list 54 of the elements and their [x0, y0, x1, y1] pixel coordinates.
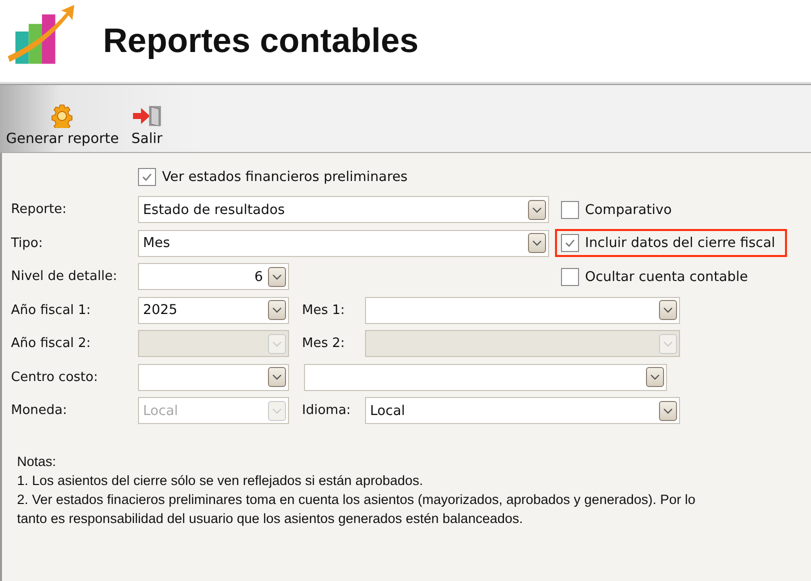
page-title: Reportes contables [103, 22, 419, 60]
dropdown-caret-icon[interactable] [268, 367, 286, 388]
checkbox-label: Comparativo [585, 202, 672, 218]
dropdown-caret-icon[interactable] [528, 200, 546, 220]
note-text: 1. Los asientos del cierre sólo se ven reflejados si están aprobados. [17, 472, 424, 490]
field-label: Mes 2: [302, 336, 345, 352]
dropdown-field[interactable]: Mes [138, 230, 549, 257]
checkmark-icon [141, 171, 153, 183]
field-value: Mes [143, 235, 171, 252]
note-text: Notas: [17, 452, 58, 470]
checkbox-option[interactable]: Ocultar cuenta contable [555, 262, 760, 291]
field-value: Local [143, 402, 179, 419]
field-label: Nivel de detalle: [11, 269, 118, 284]
dropdown-caret-icon[interactable] [268, 300, 286, 320]
checkmark-icon [564, 237, 576, 250]
checkbox[interactable] [561, 200, 579, 219]
dropdown-field[interactable]: 6 [138, 263, 289, 290]
field-label: Año fiscal 1: [11, 302, 92, 318]
field-label: Centro costo: [11, 370, 99, 385]
checkbox[interactable] [561, 234, 579, 252]
checkbox-option[interactable]: Ver estados financieros preliminares [138, 168, 408, 186]
dropdown-caret-icon[interactable] [646, 367, 664, 388]
checkbox-option[interactable]: Comparativo [555, 196, 684, 224]
checkbox-label: Incluir datos del cierre fiscal [585, 235, 776, 252]
field-value: 6 [253, 268, 264, 285]
field-value: Local [370, 402, 406, 419]
dropdown-caret-icon[interactable] [659, 400, 677, 421]
field-value: 2025 [143, 302, 178, 318]
field-label: Tipo: [11, 236, 44, 251]
field-label: Reporte: [11, 202, 68, 218]
toolbar-button[interactable]: Generar reporte [4, 104, 121, 147]
checkbox[interactable] [138, 168, 156, 186]
dropdown-field[interactable] [365, 296, 680, 324]
gear-icon [50, 104, 74, 128]
dropdown-field[interactable]: Estado de resultados [138, 196, 549, 224]
toolbar-button[interactable]: Salir [128, 104, 165, 147]
dropdown-field[interactable]: Local [365, 397, 680, 424]
dropdown-caret-icon[interactable] [268, 266, 286, 287]
field-label: Año fiscal 2: [11, 336, 92, 352]
field-label: Mes 1: [302, 302, 345, 318]
note-text: 2. Ver estados finacieros preliminares toma en cuenta los asientos (mayorizados, aprobados y generados). Por lo tanto es responsabilidad del usuario que los asientos generados estén balanceados. [17, 490, 696, 528]
dropdown-caret-icon[interactable] [659, 300, 677, 320]
field-label: Idioma: [302, 403, 351, 418]
field-label: Moneda: [11, 403, 68, 418]
checkbox-label: Ocultar cuenta contable [585, 268, 748, 285]
exit-door-icon [130, 104, 163, 128]
checkbox[interactable] [561, 268, 579, 286]
checkbox-label: Ver estados financieros preliminares [162, 169, 408, 185]
field-value: Estado de resultados [143, 202, 286, 218]
dropdown-field[interactable] [304, 364, 667, 391]
dropdown-caret-icon[interactable] [528, 233, 546, 254]
checkbox-option[interactable]: Incluir datos del cierre fiscal [555, 229, 788, 258]
dropdown-field[interactable]: 2025 [138, 296, 289, 324]
dropdown-field[interactable] [138, 364, 289, 391]
